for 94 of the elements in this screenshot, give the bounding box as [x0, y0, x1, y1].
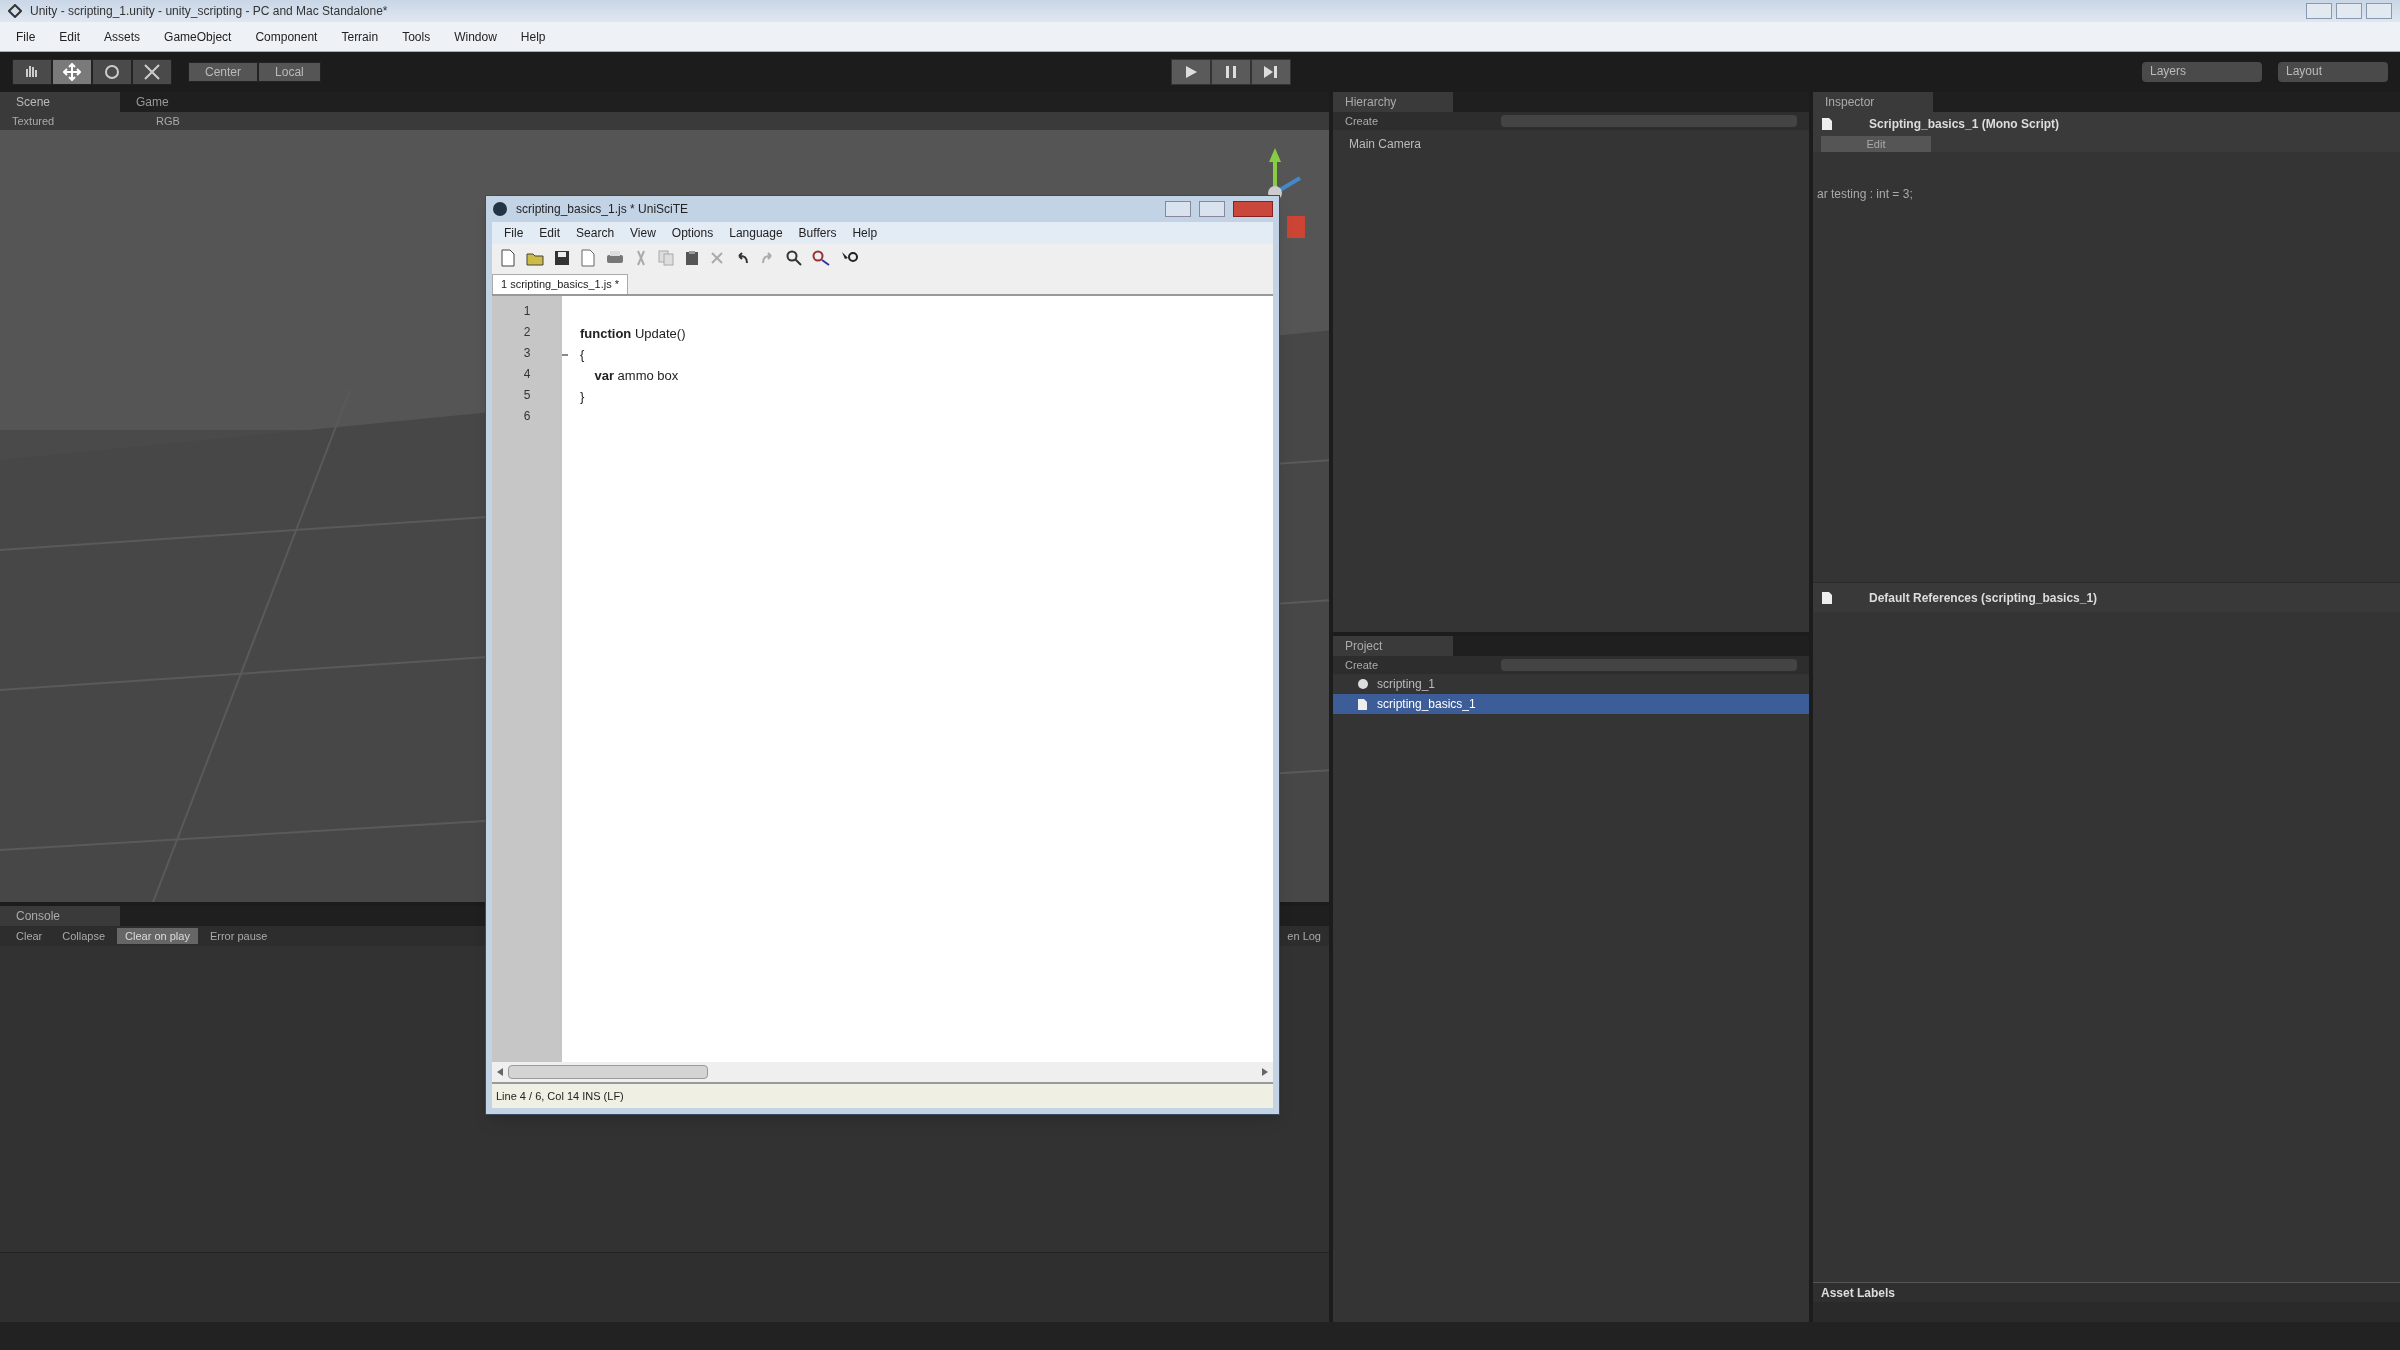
search-icon[interactable] — [786, 250, 802, 266]
console-toggle-button[interactable]: Error pause — [201, 928, 276, 944]
hierarchy-tab[interactable]: Hierarchy — [1333, 92, 1453, 112]
replace-icon[interactable] — [812, 250, 830, 266]
maximize-button[interactable] — [1199, 201, 1225, 217]
menu-item[interactable]: Window — [442, 27, 509, 46]
line-number: 2 — [522, 324, 532, 341]
step-button[interactable] — [1251, 59, 1292, 85]
project-tab[interactable]: Project — [1333, 636, 1453, 656]
minimize-button[interactable] — [2306, 3, 2332, 19]
close-button[interactable] — [1233, 201, 1273, 217]
tree-item[interactable]: Main Camera — [1333, 134, 1809, 154]
menu-item[interactable]: Edit — [47, 27, 93, 46]
pause-button[interactable] — [1211, 59, 1252, 85]
tree-item[interactable]: scripting_basics_1 — [1333, 694, 1809, 714]
document-icon — [1821, 117, 1833, 131]
menu-item[interactable]: Search — [568, 224, 623, 242]
step-icon — [1263, 65, 1280, 79]
console-button[interactable]: en Log — [1287, 927, 1321, 945]
section-title: Default References (scripting_basics_1) — [1869, 589, 2098, 607]
tree-item[interactable]: scripting_1 — [1333, 674, 1809, 694]
line-number: 5 — [522, 387, 532, 404]
menu-item[interactable]: Component — [243, 27, 330, 46]
window-title: scripting_basics_1.js * UniSciTE — [516, 201, 689, 218]
tool-button[interactable] — [92, 59, 132, 85]
code-line: var ammo box — [593, 366, 679, 385]
menu-item[interactable]: Options — [663, 224, 722, 242]
menu-item[interactable]: File — [4, 27, 48, 46]
unity-scene-icon — [1357, 678, 1369, 690]
console-toggle-button[interactable]: Collapse — [54, 928, 114, 944]
line-number: 4 — [522, 366, 532, 383]
console-toggle-button[interactable]: Clear on play — [117, 928, 198, 944]
scroll-right-icon[interactable] — [1261, 1067, 1269, 1077]
save-icon[interactable] — [554, 250, 570, 266]
scrollbar-thumb[interactable] — [508, 1065, 708, 1079]
tool-button[interactable] — [12, 59, 52, 85]
print-icon[interactable] — [606, 250, 624, 266]
move-arrows-icon — [63, 63, 81, 81]
new-file-icon[interactable] — [500, 249, 516, 267]
menu-item[interactable]: Assets — [92, 27, 153, 46]
menu-item[interactable]: Tools — [390, 27, 443, 46]
menu-item[interactable]: Buffers — [790, 224, 845, 242]
delete-icon[interactable] — [710, 251, 724, 265]
paste-icon[interactable] — [684, 250, 700, 266]
fold-marker[interactable] — [562, 353, 568, 356]
item-label: scripting_1 — [1377, 676, 1436, 693]
line-number: 3 — [522, 345, 532, 362]
script-title: Scripting_basics_1 (Mono Script) — [1869, 116, 2060, 133]
inspector-tab[interactable]: Inspector — [1813, 92, 1933, 112]
pivot-button[interactable]: Center — [188, 62, 259, 82]
menu-item[interactable]: GameObject — [152, 27, 244, 46]
item-label: scripting_basics_1 — [1377, 696, 1476, 713]
scroll-left-icon[interactable] — [496, 1067, 504, 1077]
layers-dropdown[interactable]: Layers — [2142, 62, 2262, 82]
maximize-button[interactable] — [2336, 3, 2362, 19]
app-logo-icon — [492, 201, 508, 217]
code-line: { — [580, 345, 585, 364]
diagonal-arrows-icon — [143, 63, 161, 81]
code-line: function Update() — [580, 324, 686, 343]
console-tab[interactable]: Console — [0, 906, 120, 926]
menu-item[interactable]: Help — [844, 224, 886, 242]
menu-item[interactable]: Help — [508, 27, 558, 46]
cut-icon[interactable] — [634, 250, 648, 266]
document-icon — [1821, 590, 1833, 605]
document-icon[interactable] — [580, 249, 596, 267]
pause-icon — [1225, 65, 1238, 79]
asset-labels-title: Asset Labels — [1821, 1284, 1896, 1302]
file-tab[interactable]: 1 scripting_basics_1.js * — [492, 274, 628, 294]
line-number: 6 — [522, 408, 532, 425]
panel-tab[interactable]: Scene — [0, 92, 120, 112]
close-button[interactable] — [2366, 3, 2392, 19]
menu-item[interactable]: View — [622, 224, 664, 242]
play-button[interactable] — [1171, 59, 1212, 85]
menu-item[interactable]: Edit — [531, 224, 569, 242]
layout-dropdown[interactable]: Layout — [2278, 62, 2388, 82]
tool-button[interactable] — [52, 59, 92, 85]
view-dropdown[interactable]: Textured — [12, 112, 132, 130]
pivot-button[interactable]: Local — [258, 62, 321, 82]
line-number: 1 — [522, 303, 532, 320]
document-icon — [1357, 697, 1368, 711]
folder-icon[interactable] — [526, 250, 544, 266]
window-title: Unity - scripting_1.unity - unity_scripting - PC and Mac Standalone* — [30, 3, 388, 20]
minimize-button[interactable] — [1165, 201, 1191, 217]
play-icon — [1184, 65, 1199, 79]
status-text: Line 4 / 6, Col 14 INS (LF) — [496, 1088, 624, 1104]
menu-item[interactable]: Language — [721, 224, 791, 242]
script-source: ar testing : int = 3; — [1817, 187, 1913, 201]
menu-item[interactable]: File — [496, 224, 532, 242]
console-toggle-button[interactable]: Clear — [8, 928, 51, 944]
unity-logo-icon — [8, 4, 22, 18]
tool-button[interactable] — [132, 59, 172, 85]
menu-item[interactable]: Terrain — [329, 27, 391, 46]
view-dropdown[interactable]: RGB — [156, 112, 276, 130]
code-line: } — [580, 387, 585, 406]
